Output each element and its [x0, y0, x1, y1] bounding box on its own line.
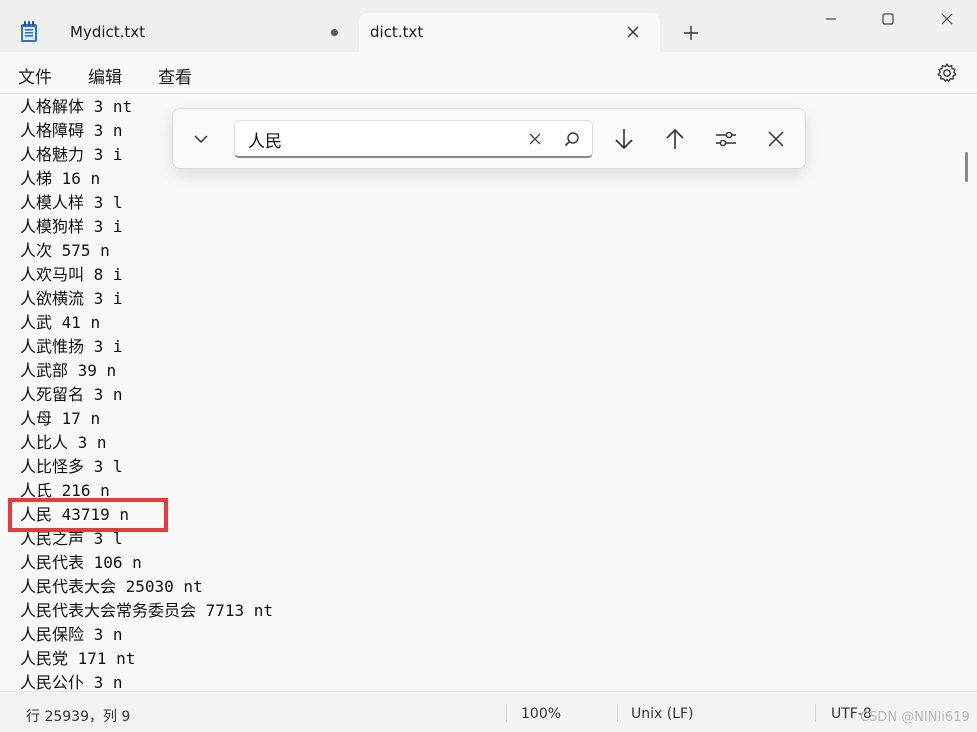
title-bar: Mydict.txt dict.txt: [0, 0, 977, 52]
expand-replace-toggle-chevron-down-icon[interactable]: [188, 126, 214, 152]
text-line[interactable]: 人武惟扬 3 i: [20, 335, 123, 359]
minimize-button[interactable]: [811, 6, 851, 32]
cursor-position[interactable]: 行 25939，列 9: [26, 706, 130, 726]
text-line[interactable]: 人死留名 3 n: [20, 383, 123, 407]
unsaved-dot-icon: [331, 29, 338, 36]
text-line[interactable]: 人比怪多 3 l: [20, 455, 123, 479]
find-options-sliders-icon[interactable]: [713, 126, 739, 152]
status-bar: 行 25939，列 9 100% Unix (LF) UTF-8 CSDN @N…: [0, 691, 977, 732]
text-line[interactable]: 人梯 16 n: [20, 167, 100, 191]
text-line[interactable]: 人民代表大会 25030 nt: [20, 575, 203, 599]
text-line[interactable]: 人格解体 3 nt: [20, 95, 132, 119]
text-line[interactable]: 人武 41 n: [20, 311, 100, 335]
text-line[interactable]: 人民公仆 3 n: [20, 671, 123, 691]
new-tab-button[interactable]: [678, 20, 704, 46]
menu-view[interactable]: 查看: [158, 63, 192, 88]
tab-close-icon[interactable]: [622, 21, 644, 43]
find-previous-arrow-up-icon[interactable]: [662, 126, 688, 152]
text-line[interactable]: 人欢马叫 8 i: [20, 263, 123, 287]
find-input[interactable]: [248, 127, 518, 151]
text-line[interactable]: 人民代表 106 n: [20, 551, 142, 575]
scroll-thumb[interactable]: [965, 152, 968, 182]
text-line[interactable]: 人模人样 3 l: [20, 191, 123, 215]
close-window-button[interactable]: [927, 6, 967, 32]
text-line[interactable]: 人格障碍 3 n: [20, 119, 123, 143]
status-divider: [617, 704, 618, 722]
tab-label: Mydict.txt: [70, 23, 146, 41]
tab-label: dict.txt: [370, 23, 424, 41]
tab-mydict[interactable]: Mydict.txt: [50, 13, 355, 52]
text-line[interactable]: 人格魅力 3 i: [20, 143, 123, 167]
text-line[interactable]: 人武部 39 n: [20, 359, 116, 383]
text-line[interactable]: 人母 17 n: [20, 407, 100, 431]
text-line[interactable]: 人民党 171 nt: [20, 647, 135, 671]
text-line[interactable]: 人比人 3 n: [20, 431, 107, 455]
vertical-scrollbar[interactable]: [963, 95, 977, 691]
text-editor[interactable]: 人格解体 3 nt 人格障碍 3 n 人格魅力 3 i 人梯 16 n 人模人样 3 l…: [0, 95, 963, 691]
find-next-arrow-down-icon[interactable]: [611, 126, 637, 152]
text-line[interactable]: 人民保险 3 n: [20, 623, 123, 647]
clear-search-icon[interactable]: [525, 129, 545, 149]
text-line[interactable]: 人欲横流 3 i: [20, 287, 123, 311]
menu-edit[interactable]: 编辑: [88, 63, 122, 88]
line-ending[interactable]: Unix (LF): [631, 706, 694, 722]
status-divider: [815, 704, 816, 722]
settings-gear-icon[interactable]: [936, 62, 958, 84]
maximize-button[interactable]: [868, 6, 908, 32]
tab-dict[interactable]: dict.txt: [359, 13, 660, 52]
text-line[interactable]: 人次 575 n: [20, 239, 110, 263]
text-line[interactable]: 人民代表大会常务委员会 7713 nt: [20, 599, 273, 623]
text-line[interactable]: 人模狗样 3 i: [20, 215, 123, 239]
watermark: CSDN @NINIi619: [860, 710, 970, 725]
close-find-icon[interactable]: [763, 126, 789, 152]
find-input-wrapper: [234, 120, 593, 158]
search-icon[interactable]: [562, 129, 582, 149]
notepad-app-icon: [21, 21, 37, 42]
find-bar: [172, 108, 806, 169]
highlight-annotation-box: [8, 498, 168, 532]
menu-file[interactable]: 文件: [18, 63, 52, 88]
zoom-level[interactable]: 100%: [521, 706, 561, 722]
status-divider: [506, 704, 507, 722]
menu-bar: 文件 编辑 查看: [0, 52, 977, 94]
